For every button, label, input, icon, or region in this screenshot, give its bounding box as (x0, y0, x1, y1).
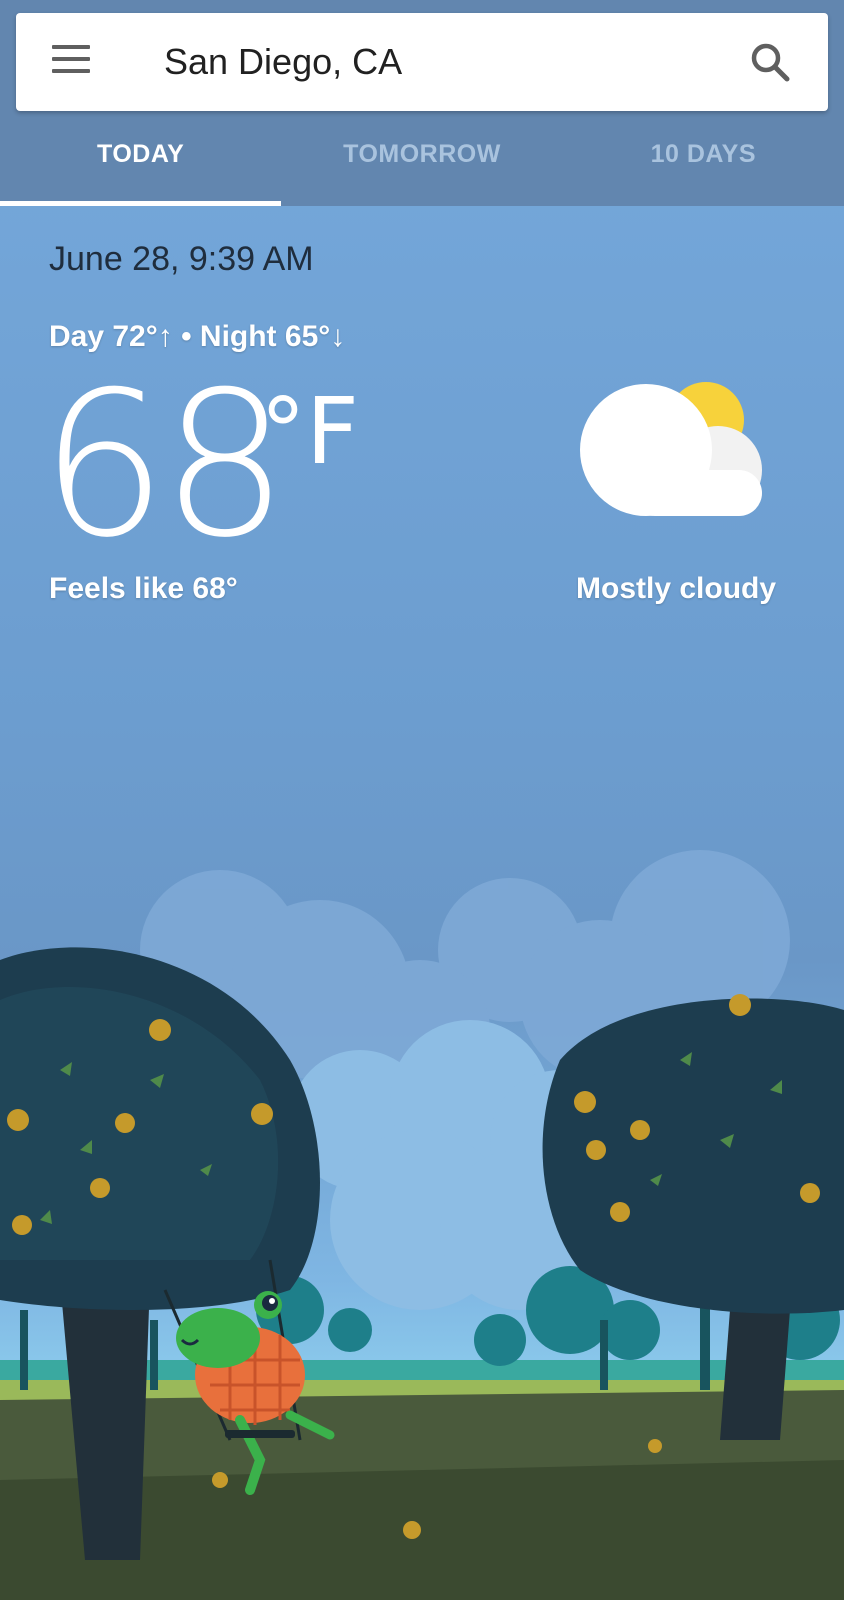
condition-text: Mostly cloudy (576, 572, 777, 605)
search-bar[interactable]: San Diego, CA (16, 13, 828, 111)
current-temperature: 68 (40, 349, 288, 582)
weather-illustration (0, 850, 844, 1600)
tab-tomorrow[interactable]: TOMORROW (281, 124, 562, 206)
weather-app: San Diego, CA TODAY TOMORROW 10 DAYS Jun… (0, 0, 844, 1600)
tab-10-days[interactable]: 10 DAYS (563, 124, 844, 206)
temperature-unit: °F (260, 378, 359, 485)
header: San Diego, CA TODAY TOMORROW 10 DAYS (0, 0, 844, 206)
partly-cloudy-icon (580, 382, 762, 516)
date-time: June 28, 9:39 AM (49, 240, 314, 278)
search-icon[interactable] (748, 40, 792, 84)
location-text[interactable]: San Diego, CA (164, 38, 402, 86)
tab-bar: TODAY TOMORROW 10 DAYS (0, 124, 844, 206)
feels-like: Feels like 68° (49, 572, 238, 605)
menu-icon[interactable] (52, 45, 92, 79)
tab-today[interactable]: TODAY (0, 124, 282, 206)
